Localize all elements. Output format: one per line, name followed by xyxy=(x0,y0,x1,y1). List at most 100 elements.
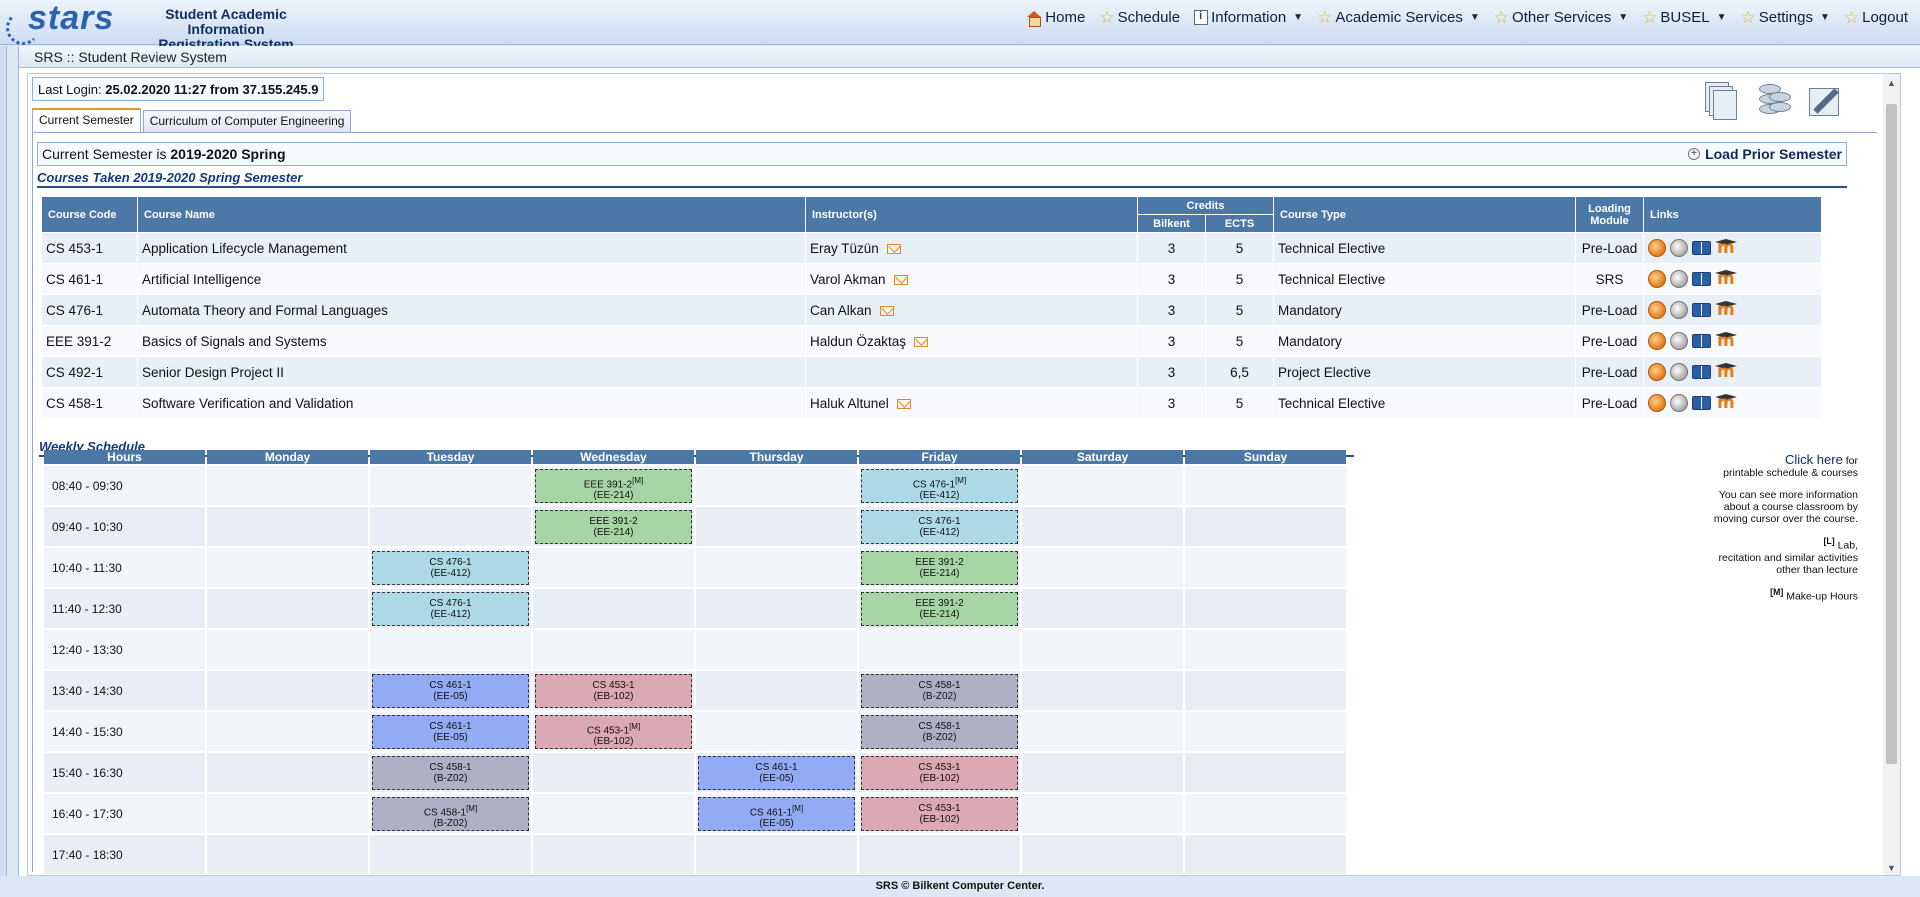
weekly-schedule-table: Hours Monday Tuesday Wednesday Thursday Frida… xyxy=(42,448,1348,875)
syllabus-circle-icon[interactable] xyxy=(1670,239,1688,257)
class-block[interactable]: CS 453-1 (EB-102) xyxy=(535,673,692,708)
schedule-cell xyxy=(370,835,531,874)
scroll-down-icon[interactable]: ▼ xyxy=(1887,863,1896,873)
course-name-text: Application Lifecycle Management xyxy=(142,240,347,256)
class-block[interactable]: CS 453-1 (EB-102) xyxy=(861,796,1018,831)
course-links xyxy=(1643,294,1822,326)
nav-schedule[interactable]: ☆ Schedule xyxy=(1099,9,1180,26)
class-block[interactable]: CS 461-1 (EE-05) xyxy=(698,755,855,790)
course-name-text: Basics of Signals and Systems xyxy=(142,333,327,349)
course-loading-module: Pre-Load xyxy=(1575,387,1644,419)
mail-icon[interactable] xyxy=(886,243,901,254)
nav-information[interactable]: Information ▼ xyxy=(1194,9,1303,26)
course-ects-credits-text: 5 xyxy=(1235,333,1244,349)
info-circle-icon[interactable] xyxy=(1648,301,1666,319)
book-icon[interactable] xyxy=(1692,365,1711,379)
class-block[interactable]: CS 458-1 (B-Z02) xyxy=(861,673,1018,708)
load-prior-semester-button[interactable]: + Load Prior Semester xyxy=(1688,146,1842,162)
syllabus-circle-icon[interactable] xyxy=(1670,363,1688,381)
schedule-row: 09:40 - 10:30 EEE 391-2 (EE-214) CS 476-1 (E… xyxy=(44,507,1346,546)
course-type-text: Technical Elective xyxy=(1278,395,1386,411)
course-type: Technical Elective xyxy=(1273,263,1576,295)
book-icon[interactable] xyxy=(1692,396,1711,410)
syllabus-circle-icon[interactable] xyxy=(1670,394,1688,412)
schedule-header-hours: Hours xyxy=(44,450,205,464)
info-circle-icon[interactable] xyxy=(1648,270,1666,288)
class-block[interactable]: CS 476-1 (EE-412) xyxy=(372,591,529,626)
syllabus-circle-icon[interactable] xyxy=(1670,270,1688,288)
info-circle-icon[interactable] xyxy=(1648,332,1666,350)
header-course-type: Course Type xyxy=(1273,196,1576,233)
book-icon[interactable] xyxy=(1692,241,1711,255)
courses-table: Course Code Course Name Instructor(s) Cr… xyxy=(41,196,1822,419)
database-icon[interactable] xyxy=(1757,82,1793,120)
nav-settings[interactable]: ☆ Settings ▼ xyxy=(1741,9,1830,26)
book-icon[interactable] xyxy=(1692,272,1711,286)
course-links xyxy=(1643,232,1822,264)
schedule-cell: CS 458-1[M] (B-Z02) xyxy=(370,794,531,833)
edit-form-icon[interactable] xyxy=(1809,82,1845,120)
mail-icon[interactable] xyxy=(893,274,908,285)
class-block[interactable]: CS 476-1[M] (EE-412) xyxy=(861,468,1018,503)
nav-logout[interactable]: ☆ Logout xyxy=(1844,9,1908,26)
class-block[interactable]: CS 458-1 (B-Z02) xyxy=(372,755,529,790)
course-loading-module: Pre-Load xyxy=(1575,356,1644,388)
nav-home[interactable]: Home xyxy=(1026,9,1085,27)
vertical-scrollbar[interactable]: ▲ ▼ xyxy=(1883,74,1900,875)
class-block[interactable]: CS 458-1 (B-Z02) xyxy=(861,714,1018,749)
schedule-cell: CS 476-1 (EE-412) xyxy=(859,507,1020,546)
moodle-icon[interactable] xyxy=(1715,238,1737,258)
class-room: (EE-412) xyxy=(919,526,960,538)
course-bilkent-credits: 3 xyxy=(1137,232,1206,264)
tab-curriculum[interactable]: Curriculum of Computer Engineering xyxy=(142,110,352,132)
class-room: (EB-102) xyxy=(593,735,634,747)
nav-busel[interactable]: ☆ BUSEL ▼ xyxy=(1642,9,1726,26)
class-block[interactable]: CS 476-1 (EE-412) xyxy=(861,509,1018,544)
class-block[interactable]: CS 461-1 (EE-05) xyxy=(372,673,529,708)
class-block[interactable]: CS 453-1[M] (EB-102) xyxy=(535,714,692,749)
moodle-icon[interactable] xyxy=(1715,300,1737,320)
nav-academic-services[interactable]: ☆ Academic Services ▼ xyxy=(1317,9,1480,26)
class-block[interactable]: CS 476-1 (EE-412) xyxy=(372,550,529,585)
syllabus-circle-icon[interactable] xyxy=(1670,332,1688,350)
header-course-name: Course Name xyxy=(137,196,806,233)
class-block[interactable]: CS 461-1 (EE-05) xyxy=(372,714,529,749)
class-block[interactable]: CS 453-1 (EB-102) xyxy=(861,755,1018,790)
printable-schedule-link[interactable]: Click here xyxy=(1785,452,1843,467)
book-icon[interactable] xyxy=(1692,334,1711,348)
mail-icon[interactable] xyxy=(896,398,911,409)
info-circle-icon[interactable] xyxy=(1648,394,1666,412)
course-row: CS 476-1 Automata Theory and Formal Langu… xyxy=(41,294,1822,326)
scrollbar-thumb[interactable] xyxy=(1886,104,1897,764)
mail-icon[interactable] xyxy=(879,305,894,316)
tab-current-semester[interactable]: Current Semester xyxy=(32,108,141,132)
course-type: Technical Elective xyxy=(1273,387,1576,419)
class-block[interactable]: EEE 391-2[M] (EE-214) xyxy=(535,468,692,503)
nav-other-services[interactable]: ☆ Other Services ▼ xyxy=(1494,9,1628,26)
stars-logo[interactable]: stars xyxy=(6,0,126,45)
syllabus-circle-icon[interactable] xyxy=(1670,301,1688,319)
class-block[interactable]: CS 461-1[M] (EE-05) xyxy=(698,796,855,831)
book-icon[interactable] xyxy=(1692,303,1711,317)
class-mark: [M] xyxy=(955,475,967,485)
moodle-icon[interactable] xyxy=(1715,331,1737,351)
moodle-icon[interactable] xyxy=(1715,362,1737,382)
schedule-cell xyxy=(1022,466,1183,505)
moodle-icon[interactable] xyxy=(1715,269,1737,289)
class-block[interactable]: EEE 391-2 (EE-214) xyxy=(535,509,692,544)
class-block[interactable]: EEE 391-2 (EE-214) xyxy=(861,550,1018,585)
class-block[interactable]: EEE 391-2 (EE-214) xyxy=(861,591,1018,626)
mail-icon[interactable] xyxy=(914,336,929,347)
class-block[interactable]: CS 458-1[M] (B-Z02) xyxy=(372,796,529,831)
schedule-cell xyxy=(1022,671,1183,710)
info-circle-icon[interactable] xyxy=(1648,239,1666,257)
header-loading-module: Loading Module xyxy=(1575,196,1644,233)
documents-icon[interactable] xyxy=(1705,82,1741,120)
scroll-up-icon[interactable]: ▲ xyxy=(1887,78,1896,88)
moodle-icon[interactable] xyxy=(1715,393,1737,413)
info-circle-icon[interactable] xyxy=(1648,363,1666,381)
course-instructor: Can Alkan xyxy=(805,294,1138,326)
schedule-cell xyxy=(1022,630,1183,669)
course-name-text: Artificial Intelligence xyxy=(142,271,262,287)
course-code-text: CS 492-1 xyxy=(46,364,104,380)
